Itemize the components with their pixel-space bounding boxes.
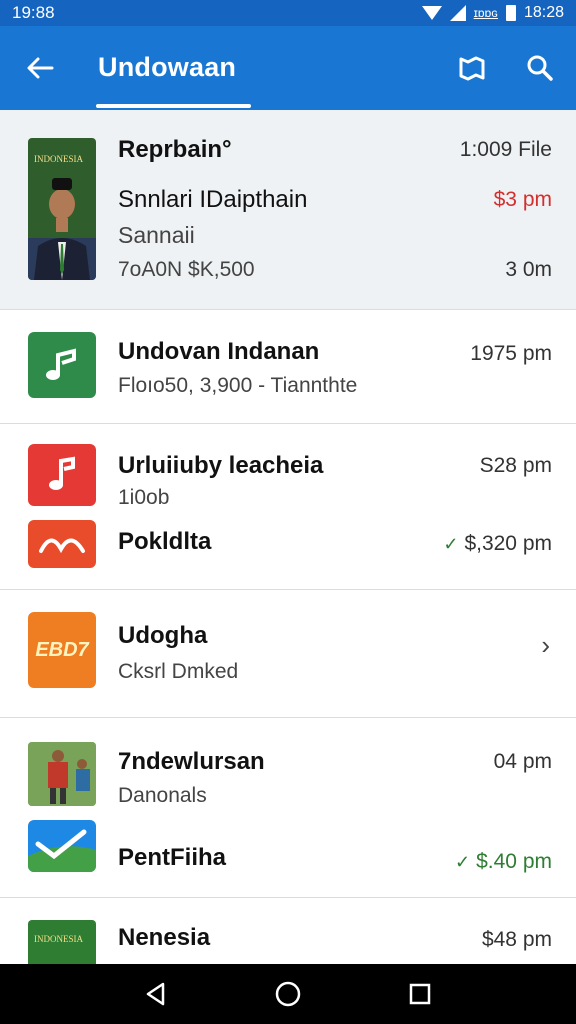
status-bar: 19:88 ɪɒɒɢ 18:28 [0,0,576,26]
item-distance: 3 0m [505,258,552,281]
wifi-icon [421,6,442,20]
item-subtitle: Cksrl Dmked [118,660,239,683]
item-title-secondary: Pokldlta [118,528,212,555]
item-title: Udogha [118,622,208,649]
title-underline [96,104,251,108]
item-meta: 1:009 File [459,138,552,161]
item-meta: S28 pm [479,454,552,477]
nav-home-button[interactable] [266,972,310,1016]
nav-home-icon [275,981,301,1007]
back-button[interactable] [18,46,62,90]
people-thumbnail [28,742,96,806]
list-item[interactable]: INDONESIA Reprbain° 1:009 File Snnlari I… [0,110,576,310]
item-time: $3 pm [493,188,552,211]
item-meta: 1975 pm [470,342,552,365]
list-item[interactable]: Urluiiuby leacheia S28 pm 1i0ob Pokldlta… [0,424,576,590]
nav-recents-button[interactable] [398,972,442,1016]
music-note-icon [46,348,76,380]
item-location: Sannaii [118,222,195,248]
item-title: Reprbain° [118,136,232,163]
app-icon-music-red [28,444,96,506]
chevron-right-icon[interactable]: › [541,630,550,661]
people-illustration [28,742,96,806]
item-title-secondary: PentFiiha [118,844,227,871]
status-time: 19:88 [12,3,55,22]
ebd-badge-icon: EBD7 [35,638,89,661]
thumbnail-label: INDONESIA [34,934,83,944]
status-icons: ɪɒɒɢ 18:28 [421,4,564,22]
item-meta: $48 pm [481,928,552,951]
cover-thumbnail: INDONESIA [28,920,96,964]
system-nav-bar [0,964,576,1024]
app-icon-ebd: EBD7 [28,612,96,688]
music-note-icon [49,456,75,490]
list-item[interactable]: EBD7 Udogha Cksrl Dmked › [0,590,576,718]
item-subtitle: 1i0ob [118,486,170,509]
item-title: Urluiiuby leacheia [118,452,324,479]
app-bar: Undowaan [0,26,576,110]
search-icon [527,55,553,81]
item-price: 7oA0N $K,500 [118,258,255,281]
status-clock: 18:28 [523,4,564,21]
item-meta: 04 pm [493,750,552,773]
app-icon-swoosh [28,820,96,872]
app-icon-wave [28,520,96,568]
check-icon: ✓ [455,852,471,872]
status-indicator: ɪɒɒɢ [473,6,498,20]
results-list: INDONESIA Reprbain° 1:009 File Snnlari I… [0,110,576,964]
wave-logo-icon [39,538,85,554]
map-icon [459,56,485,81]
item-subtitle: Floıo50, 3,900 - Tiannthte [118,374,358,397]
list-item[interactable]: Undovan Indanan 1975 pm Floıo50, 3,900 -… [0,310,576,424]
item-price-value: $.40 pm [476,850,552,873]
list-item[interactable]: INDONESIA Nenesia $48 pm [0,898,576,964]
item-title: 7ndewlursan [118,748,265,775]
list-item[interactable]: 7ndewlursan 04 pm Danonals PentFiiha ✓ $.… [0,718,576,898]
item-price-secondary: ✓ $.40 pm [455,850,552,874]
arrow-left-icon [27,57,54,79]
nav-recents-icon [409,983,431,1005]
item-title: Nenesia [118,924,211,951]
battery-icon [505,5,516,21]
portrait-thumbnail: INDONESIA [28,138,96,280]
person-illustration [28,178,96,280]
nav-back-button[interactable] [134,972,178,1016]
item-price-value: $,320 pm [464,532,552,555]
item-price-secondary: ✓ $,320 pm [443,532,552,556]
signal-icon [449,5,466,21]
item-subtitle: Danonals [118,784,207,807]
nav-back-icon [146,982,165,1006]
check-icon: ✓ [443,534,459,554]
app-icon-music [28,332,96,398]
page-title: Undowaan [98,52,237,82]
item-title: Undovan Indanan [118,338,320,365]
map-button[interactable] [450,46,494,90]
swoosh-logo-icon [28,829,96,872]
search-button[interactable] [518,46,562,90]
item-subtitle: Snnlari IDaipthain [118,186,308,213]
